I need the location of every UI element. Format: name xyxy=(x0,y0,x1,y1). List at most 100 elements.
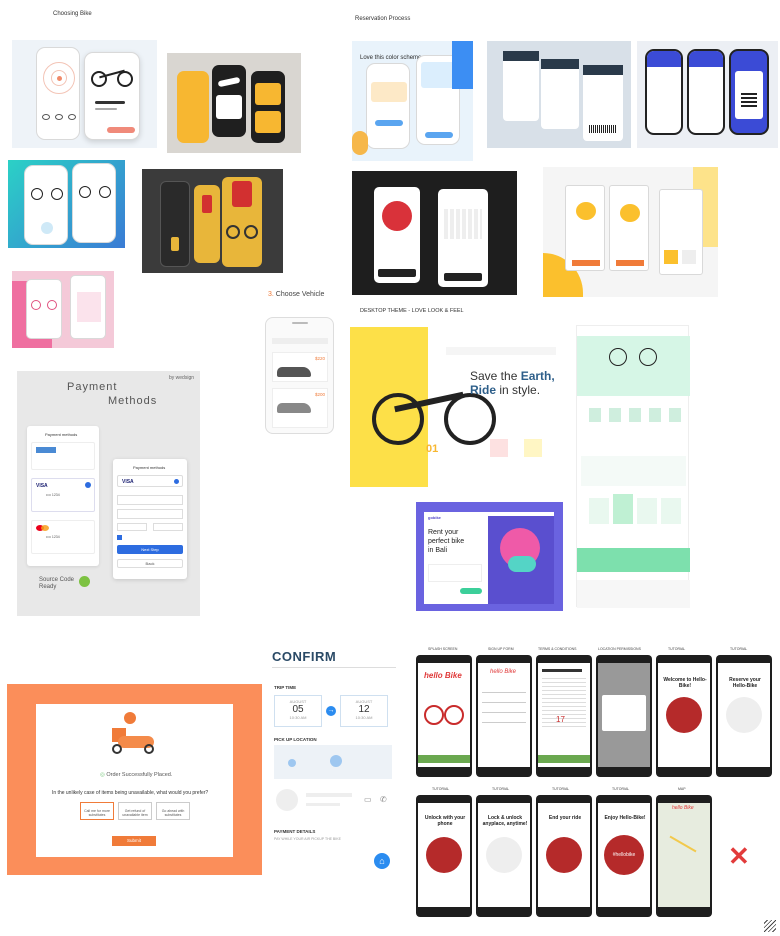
tile-confirm: CONFIRM TRIP TIME AUGUST 05 10:30 AM → A… xyxy=(270,645,398,873)
from-date[interactable]: AUGUST 05 10:30 AM xyxy=(274,695,322,727)
screen-label: TUTORIAL xyxy=(612,787,630,791)
next-step-button[interactable]: Next Step xyxy=(117,545,183,554)
option-substitutes[interactable]: Go ahead with substitutes xyxy=(156,802,190,820)
car-icon xyxy=(277,403,311,413)
action-button[interactable] xyxy=(616,260,644,266)
search-bar[interactable] xyxy=(272,338,328,344)
phone-location xyxy=(596,655,652,777)
card-number-field[interactable] xyxy=(117,495,183,505)
scooter-image xyxy=(382,201,412,231)
chat-icon[interactable]: ▭ xyxy=(364,795,372,804)
decor-shape xyxy=(352,131,368,155)
phone-mock xyxy=(212,65,246,137)
thumb[interactable] xyxy=(490,439,508,457)
cvv-field[interactable] xyxy=(153,523,183,531)
text-line xyxy=(306,793,352,797)
agree-button[interactable] xyxy=(538,755,590,763)
pay-note: PAY WHILE YOUR AIR PICKUP THE BIKE xyxy=(274,837,341,841)
screen: Welcome to Hello-Bike! xyxy=(658,663,710,767)
bike-wheel-icon xyxy=(47,300,57,310)
card-visa[interactable]: VISA •••• 1234 xyxy=(31,478,95,512)
action-button[interactable] xyxy=(572,260,600,266)
action-button[interactable] xyxy=(107,127,135,133)
phone-mock xyxy=(222,177,262,267)
brand-logo: gobike xyxy=(428,515,441,520)
order-success-text: ◎ Order Successfully Placed. xyxy=(100,772,173,778)
resize-handle-icon[interactable] xyxy=(764,920,776,932)
pickup-map[interactable] xyxy=(274,745,392,779)
save-checkbox[interactable] xyxy=(117,535,122,540)
form-field[interactable] xyxy=(482,689,526,693)
desktop-headline: Save the Earth, Ride in style. xyxy=(470,369,555,397)
option-refund[interactable]: Get refund of unavailable item xyxy=(118,802,152,820)
avatar xyxy=(276,789,298,811)
vehicle-price: $200 xyxy=(314,392,325,397)
phone-icon[interactable]: ✆ xyxy=(380,795,387,804)
close-x-icon: ✕ xyxy=(728,841,750,871)
expiry-field[interactable] xyxy=(117,523,147,531)
section-label-choosing-bike: Choosing Bike xyxy=(53,11,92,17)
vehicle-card[interactable]: $220 xyxy=(272,352,328,382)
ticket-card xyxy=(255,83,281,105)
action-button[interactable] xyxy=(425,132,453,138)
phone-tutorial-unlock: Unlock with your phone xyxy=(416,795,472,917)
search-form[interactable] xyxy=(428,564,482,582)
form-field[interactable] xyxy=(482,719,526,723)
scooter-icon xyxy=(202,195,212,213)
action-button[interactable] xyxy=(444,273,482,281)
text-line xyxy=(542,669,582,672)
screen: Reserve your Hello-Bike xyxy=(718,663,770,767)
name-field[interactable] xyxy=(117,509,183,519)
tutorial-title: Welcome to Hello-Bike! xyxy=(663,677,707,689)
form-field[interactable] xyxy=(482,699,526,703)
calendar-grid xyxy=(444,209,482,239)
option-call-me[interactable]: Call me for more substitutes xyxy=(80,802,114,820)
section-label-desktop-theme: DESKTOP THEME - LOVE LOOK & FEEL xyxy=(360,308,464,314)
price-card[interactable] xyxy=(613,494,633,524)
to-date[interactable]: AUGUST 12 10:30 AM xyxy=(340,695,388,727)
action-button[interactable] xyxy=(378,269,416,277)
price-card[interactable] xyxy=(589,498,609,524)
screen-label: TUTORIAL xyxy=(432,787,450,791)
phone-mock xyxy=(84,52,140,140)
tutorial-title: Unlock with your phone xyxy=(424,815,466,827)
card-visa-selected[interactable]: VISA xyxy=(117,475,183,487)
bike-wheel-icon xyxy=(424,705,444,725)
tutorial-image xyxy=(546,837,582,873)
continue-button[interactable] xyxy=(418,755,470,763)
price-card[interactable] xyxy=(661,498,681,524)
bike-icon xyxy=(42,114,50,120)
helmet xyxy=(124,712,136,724)
bike-wheel-icon xyxy=(444,393,496,445)
action-button[interactable] xyxy=(375,120,403,126)
bike-wheel-icon xyxy=(31,300,41,310)
thumb[interactable] xyxy=(524,439,542,457)
screen-header xyxy=(541,59,579,69)
scooter-image xyxy=(232,181,252,207)
car-icon xyxy=(277,367,311,377)
action-button[interactable] xyxy=(460,588,482,594)
back-button[interactable]: Back xyxy=(117,559,183,568)
screen-header xyxy=(689,51,723,67)
ticket-card xyxy=(216,95,242,119)
screen-mock xyxy=(541,59,579,129)
divider xyxy=(272,667,396,668)
form-field[interactable] xyxy=(482,709,526,713)
cart-item xyxy=(682,250,696,264)
permission-dialog[interactable] xyxy=(602,695,646,731)
submit-button[interactable]: Submit xyxy=(112,836,156,846)
screen-label: SIGN UP FORM xyxy=(488,647,514,651)
tile-order-success: ◎ Order Successfully Placed. In the unli… xyxy=(7,684,262,875)
tile-yellow-booking xyxy=(167,53,301,153)
phone-mock xyxy=(729,49,769,135)
card-mastercard[interactable]: •••• 1234 xyxy=(31,520,95,554)
price-card[interactable] xyxy=(637,498,657,524)
map-screen[interactable]: hello Bike xyxy=(658,803,710,907)
card-amex[interactable] xyxy=(31,442,95,470)
cart-item xyxy=(664,250,678,264)
payment-credit: by wedsign xyxy=(169,375,195,381)
vehicle-card[interactable]: $200 xyxy=(272,388,328,428)
mastercard-logo xyxy=(41,525,49,531)
home-icon[interactable]: ⌂ xyxy=(374,853,390,869)
tile-payment-methods: Payment Methods by wedsign Payment metho… xyxy=(17,371,200,616)
